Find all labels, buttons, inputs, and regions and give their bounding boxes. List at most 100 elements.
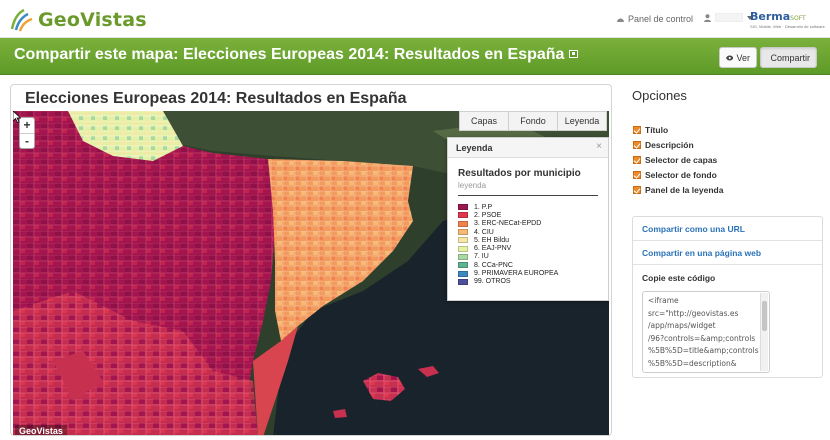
- legend-item-label: 5. EH Bildu: [474, 236, 510, 244]
- legend-header-label: Leyenda: [456, 143, 493, 153]
- tab-leyenda[interactable]: Leyenda: [557, 111, 607, 131]
- legend-item: 9. PRIMAVERA EUROPEA: [458, 269, 598, 277]
- share-web-link[interactable]: Compartir en una página web: [633, 241, 822, 265]
- tab-fondo[interactable]: Fondo: [508, 111, 558, 131]
- user-menu[interactable]: [704, 13, 753, 22]
- tab-capas[interactable]: Capas: [459, 111, 509, 131]
- legend-item: 4. CIU: [458, 228, 598, 236]
- legend-item-label: 99. OTROS: [474, 278, 511, 286]
- embed-code-textarea[interactable]: <iframe src="http://geovistas.es/app/maps…: [642, 291, 770, 373]
- legend-item-label: 6. EAJ-PNV: [474, 245, 512, 253]
- ver-label: Ver: [736, 52, 750, 63]
- legend-item: 7. IU: [458, 253, 598, 261]
- legend-list: 1. P.P 2. PSOE 3. ERC-NECat-EPDD 4. CIU 5. E…: [458, 203, 598, 286]
- embed-code-line: %5B%5D=title&amp;controls: [648, 346, 759, 355]
- legend-item: 99. OTROS: [458, 278, 598, 286]
- option-checkbox-label: Descripción: [645, 139, 694, 150]
- embed-code-line: <iframe: [648, 296, 679, 305]
- map-attribution: GeoVistas: [15, 425, 67, 435]
- legend-item: 6. EAJ-PNV: [458, 244, 598, 252]
- legend-item-label: 2. PSOE: [474, 211, 502, 219]
- legend-panel: Leyenda × Resultados por municipio leyen…: [447, 137, 609, 301]
- page-title: Compartir este mapa: Elecciones Europeas…: [14, 46, 579, 64]
- option-checkbox-item[interactable]: Título: [633, 122, 723, 137]
- legend-item-label: 7. IU: [474, 253, 489, 261]
- brand-tagline: SIG, Mobile, Web · Desarrollo de softwar…: [750, 24, 825, 29]
- user-name-box: [715, 13, 743, 22]
- opciones-title: Opciones: [632, 88, 687, 103]
- legend-swatch: [458, 204, 468, 211]
- bermasoft-logo: BermaSOFT SIG, Mobile, Web · Desarrollo …: [750, 10, 826, 32]
- legend-header: Leyenda ×: [448, 138, 608, 158]
- legend-swatch: [458, 220, 468, 227]
- option-checkbox-item[interactable]: Descripción: [633, 137, 723, 152]
- legend-body: Resultados por municipio leyenda 1. P.P 2…: [448, 158, 608, 286]
- share-panel: Compartir como una URL Compartir en una …: [632, 216, 823, 378]
- panel-de-control-link[interactable]: Panel de control: [616, 14, 693, 24]
- top-navbar: GeoVistas Panel de control BermaSOFT SIG…: [0, 0, 830, 38]
- checkbox-checked-icon[interactable]: [633, 140, 641, 149]
- legend-title: Resultados por municipio: [458, 168, 581, 179]
- checkbox-checked-icon[interactable]: [633, 170, 641, 179]
- option-checkbox-item[interactable]: Selector de capas: [633, 152, 723, 167]
- eye-icon: [726, 55, 734, 60]
- logo-icon: [10, 8, 33, 32]
- legend-item-label: 1. P.P: [474, 203, 493, 211]
- legend-swatch: [458, 245, 468, 252]
- zoom-out-button[interactable]: -: [20, 133, 34, 148]
- option-checkbox-label: Selector de fondo: [645, 169, 717, 180]
- zoom-in-button[interactable]: +: [20, 118, 34, 133]
- checkbox-checked-icon[interactable]: [633, 125, 641, 134]
- legend-swatch: [458, 278, 468, 285]
- compartir-button[interactable]: Compartir: [760, 47, 817, 68]
- map-tabs: Capas Fondo Leyenda: [459, 111, 607, 131]
- option-checkbox-label: Selector de capas: [645, 154, 718, 165]
- brand-suffix: SOFT: [790, 15, 806, 22]
- share-web-body: Copie este código <iframe src="http://geo…: [633, 265, 822, 379]
- embed-code-line: src="http://geovistas.es: [648, 308, 739, 318]
- page-header: Compartir este mapa: Elecciones Europeas…: [0, 38, 830, 75]
- option-checkbox-label: Panel de la leyenda: [645, 184, 724, 195]
- brand-name: Berma: [750, 10, 791, 23]
- legend-item-label: 8. CCa-PNC: [474, 261, 513, 269]
- legend-swatch: [458, 270, 468, 277]
- page-title-text: Compartir este mapa: Elecciones Europeas…: [14, 46, 565, 63]
- checkbox-checked-icon[interactable]: [633, 185, 641, 194]
- geovistas-logo[interactable]: GeoVistas: [8, 6, 147, 34]
- map-canvas[interactable]: + - Capas Fondo Leyenda Leyenda × Result…: [13, 111, 609, 435]
- embed-code-line: /app/maps/widget: [648, 321, 716, 330]
- options-checkbox-list: Título Descripción Selector de capas Select…: [633, 122, 723, 197]
- legend-swatch: [458, 212, 468, 219]
- legend-subtitle: leyenda: [458, 181, 598, 196]
- legend-item: 5. EH Bildu: [458, 236, 598, 244]
- legend-item: 2. PSOE: [458, 211, 598, 219]
- legend-swatch: [458, 229, 468, 236]
- ver-button[interactable]: Ver: [719, 47, 757, 68]
- zoom-control: + -: [19, 117, 35, 149]
- option-checkbox-item[interactable]: Selector de fondo: [633, 167, 723, 182]
- compartir-label: Compartir: [770, 52, 810, 63]
- legend-item-label: 3. ERC-NECat-EPDD: [474, 220, 542, 228]
- user-icon: [704, 13, 711, 22]
- legend-swatch: [458, 237, 468, 244]
- close-icon[interactable]: ×: [596, 141, 602, 152]
- legend-item: 1. P.P: [458, 203, 598, 211]
- checkbox-checked-icon[interactable]: [633, 155, 641, 164]
- legend-item: 3. ERC-NECat-EPDD: [458, 220, 598, 228]
- textarea-scrollbar[interactable]: [760, 293, 768, 371]
- legend-swatch: [458, 253, 468, 260]
- map-title: Elecciones Europeas 2014: Resultados en …: [25, 90, 407, 107]
- map-card: Elecciones Europeas 2014: Resultados en …: [10, 84, 612, 436]
- legend-item-label: 4. CIU: [474, 228, 494, 236]
- embed-code-line: %5B%5D=description&: [648, 358, 737, 368]
- copy-code-label: Copie este código: [642, 273, 716, 283]
- option-checkbox-item[interactable]: Panel de la leyenda: [633, 182, 723, 197]
- legend-swatch: [458, 262, 468, 269]
- embed-code-line: /96?controls=&amp;controls: [648, 333, 756, 343]
- dashboard-icon: [617, 18, 624, 22]
- external-window-icon[interactable]: [569, 50, 579, 58]
- share-url-link[interactable]: Compartir como una URL: [633, 217, 822, 241]
- legend-item-label: 9. PRIMAVERA EUROPEA: [474, 270, 559, 278]
- panel-de-control-label: Panel de control: [628, 14, 694, 24]
- mouse-cursor-icon: [13, 111, 21, 123]
